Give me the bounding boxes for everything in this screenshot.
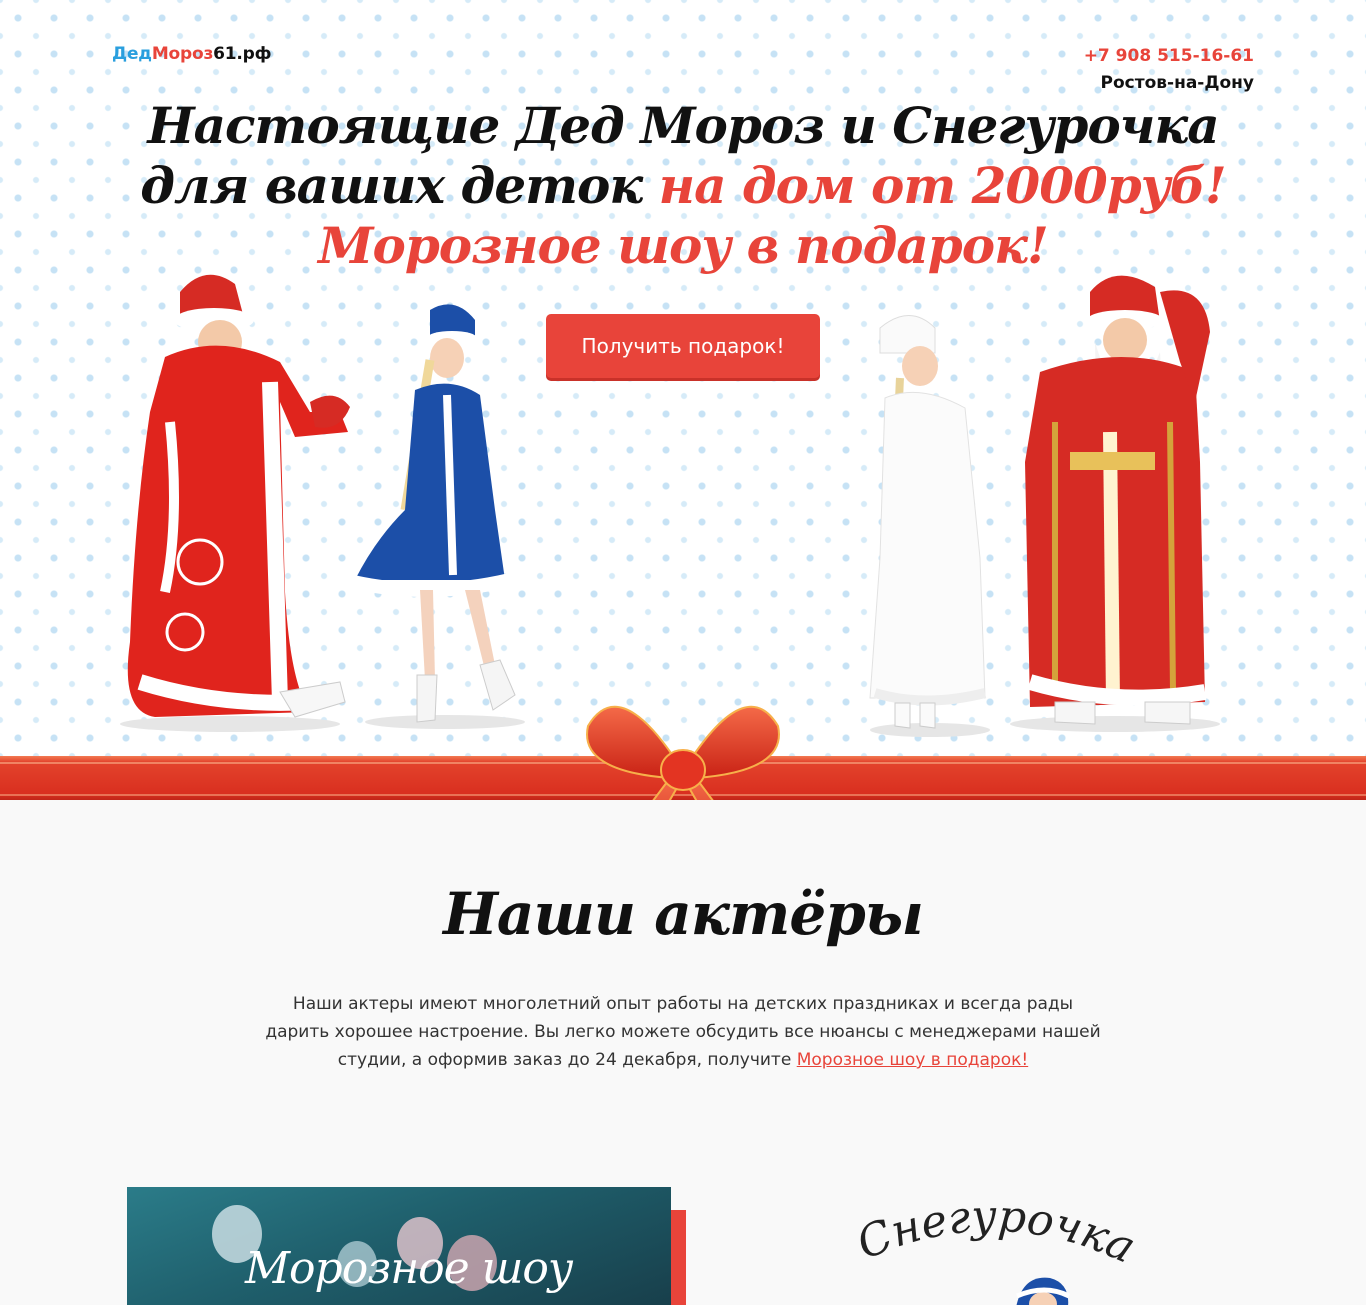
svg-text:Снегурочка: Снегурочка [860, 1198, 1140, 1274]
snegurochka-heading: Снегурочка [860, 1198, 1140, 1274]
ded-moroz-right-figure [1010, 275, 1220, 732]
snegurochka-portrait [1016, 1277, 1071, 1305]
actors-section-title: Наши актёры [443, 880, 924, 948]
snegurochka-blue-figure [343, 304, 525, 729]
logo-part-1: Дед [112, 44, 152, 64]
hero-headline: Настоящие Дед Мороз и Снегурочка для ваш… [0, 96, 1366, 276]
snegurochka-title-text: Снегурочка [860, 1198, 1140, 1274]
headline-line-3: Морозное шоу в подарок! [318, 216, 1049, 275]
logo-part-3: 61.рф [213, 44, 272, 64]
hero-section: ДедМороз61.рф +7 908 515-16-61 Ростов-на… [0, 0, 1366, 800]
phone-link[interactable]: +7 908 515-16-61 [1084, 44, 1254, 68]
header-contact: +7 908 515-16-61 Ростов-на-Дону [1084, 44, 1254, 98]
city-label: Ростов-на-Дону [1100, 73, 1254, 93]
photo-caption: Морозное шоу [245, 1243, 573, 1294]
frost-show-photo[interactable]: Морозное шоу [127, 1187, 671, 1305]
headline-line-2-black: для ваших деток [140, 156, 643, 215]
site-logo[interactable]: ДедМороз61.рф [112, 44, 271, 64]
logo-part-2: Мороз [151, 44, 214, 64]
snegurochka-white-figure [869, 315, 990, 737]
get-gift-button[interactable]: Получить подарок! [546, 314, 820, 378]
headline-line-1: Настоящие Дед Мороз и Снегурочка [147, 96, 1219, 155]
frost-show-gift-link[interactable]: Морозное шоу в подарок! [797, 1050, 1028, 1070]
headline-line-2-red: на дом от 2000руб! [658, 156, 1227, 215]
ded-moroz-left-figure [120, 274, 350, 732]
actors-description: Наши актеры имеют многолетний опыт работ… [263, 990, 1103, 1074]
gift-bow-icon [586, 705, 780, 800]
